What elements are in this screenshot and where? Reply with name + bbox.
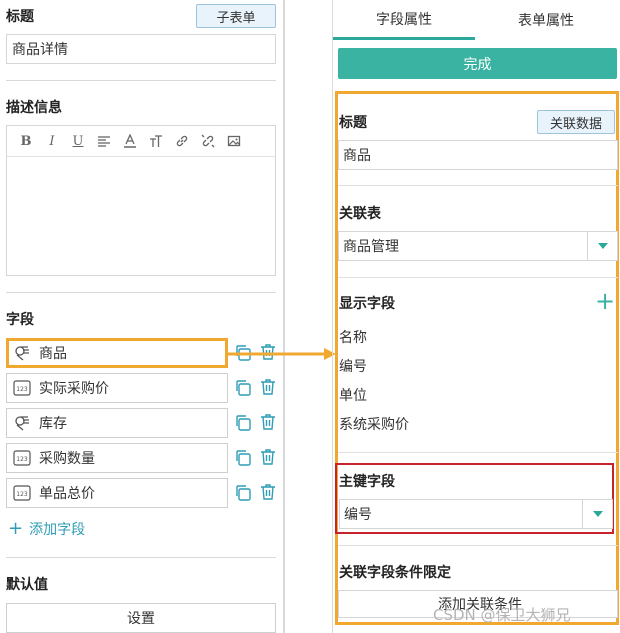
- primary-key-label: 主键字段: [339, 474, 395, 490]
- display-field-item: 单位: [339, 388, 367, 404]
- display-field-item: 名称: [339, 330, 367, 346]
- font-color-icon[interactable]: [117, 131, 143, 151]
- divider: [338, 545, 618, 546]
- font-size-icon[interactable]: [143, 131, 169, 151]
- bold-icon[interactable]: B: [13, 131, 39, 151]
- field-list-panel: 标题 子表单 商品详情 描述信息 B I U 字段 商品 123 实际采购价 库…: [0, 0, 285, 633]
- description-editor[interactable]: B I U: [6, 125, 276, 276]
- primary-key-select[interactable]: 编号: [339, 499, 613, 529]
- divider: [6, 292, 276, 293]
- subform-button[interactable]: 子表单: [196, 4, 276, 28]
- title-section-label: 标题: [339, 115, 367, 131]
- field-label: 商品: [39, 346, 67, 362]
- field-row-stock[interactable]: 库存: [6, 408, 228, 438]
- number-icon: 123: [13, 484, 31, 502]
- italic-icon[interactable]: I: [39, 131, 65, 151]
- plus-icon[interactable]: +: [595, 289, 615, 313]
- relation-icon: [13, 344, 31, 362]
- svg-text:123: 123: [16, 386, 28, 393]
- copy-icon[interactable]: [234, 379, 252, 397]
- editor-toolbar: B I U: [7, 126, 275, 157]
- copy-icon[interactable]: [234, 484, 252, 502]
- title-input[interactable]: 商品: [338, 140, 618, 170]
- copy-icon[interactable]: [234, 414, 252, 432]
- divider: [338, 452, 618, 453]
- trash-icon[interactable]: [259, 448, 277, 466]
- description-section-label: 描述信息: [6, 100, 62, 116]
- divider: [338, 277, 618, 278]
- watermark: CSDN @保卫大狮兄: [433, 606, 571, 624]
- trash-icon[interactable]: [259, 413, 277, 431]
- related-table-label: 关联表: [339, 206, 381, 222]
- title-section-label: 标题: [6, 9, 34, 25]
- related-table-value: 商品管理: [343, 239, 399, 255]
- unlink-icon[interactable]: [195, 131, 221, 151]
- trash-icon[interactable]: [259, 483, 277, 501]
- number-icon: 123: [13, 449, 31, 467]
- add-field-label: 添加字段: [29, 521, 86, 538]
- display-field-item: 系统采购价: [339, 417, 409, 433]
- field-label: 实际采购价: [39, 381, 109, 397]
- title-input[interactable]: 商品详情: [6, 34, 276, 64]
- svg-text:123: 123: [16, 491, 28, 498]
- divider: [6, 557, 276, 558]
- image-icon[interactable]: [221, 131, 247, 151]
- relation-icon: [13, 414, 31, 432]
- setup-button[interactable]: 设置: [6, 603, 276, 633]
- align-left-icon[interactable]: [91, 131, 117, 151]
- plus-icon: +: [8, 518, 24, 539]
- field-label: 库存: [39, 416, 67, 432]
- field-row-unit-total[interactable]: 123 单品总价: [6, 478, 228, 508]
- tab-field-properties[interactable]: 字段属性: [333, 0, 475, 40]
- tab-form-properties[interactable]: 表单属性: [475, 0, 617, 40]
- trash-icon[interactable]: [259, 378, 277, 396]
- field-label: 单品总价: [39, 486, 95, 502]
- svg-text:123: 123: [16, 456, 28, 463]
- connector-arrow: [228, 348, 336, 360]
- default-section-label: 默认值: [6, 577, 48, 593]
- copy-icon[interactable]: [234, 449, 252, 467]
- add-field-button[interactable]: + 添加字段: [8, 518, 85, 539]
- field-label: 采购数量: [39, 451, 95, 467]
- field-row-product[interactable]: 商品: [6, 338, 228, 368]
- underline-icon[interactable]: U: [65, 131, 91, 151]
- divider: [6, 80, 276, 81]
- field-row-purchase-qty[interactable]: 123 采购数量: [6, 443, 228, 473]
- link-data-button[interactable]: 关联数据: [537, 110, 615, 134]
- chevron-down-icon[interactable]: [582, 500, 612, 528]
- field-row-actual-price[interactable]: 123 实际采购价: [6, 373, 228, 403]
- chevron-down-icon[interactable]: [587, 232, 617, 260]
- link-icon[interactable]: [169, 131, 195, 151]
- condition-label: 关联字段条件限定: [339, 565, 451, 581]
- related-table-select[interactable]: 商品管理: [338, 231, 618, 261]
- fields-section-label: 字段: [6, 312, 34, 328]
- display-fields-label: 显示字段: [339, 296, 395, 312]
- properties-panel: 字段属性 表单属性 完成 标题 关联数据 商品 关联表 商品管理 显示字段 + …: [332, 0, 620, 633]
- number-icon: 123: [13, 379, 31, 397]
- display-field-item: 编号: [339, 359, 367, 375]
- tab-bar: 字段属性 表单属性: [333, 0, 620, 40]
- divider: [338, 185, 618, 186]
- done-button[interactable]: 完成: [338, 48, 617, 79]
- primary-key-value: 编号: [344, 507, 372, 523]
